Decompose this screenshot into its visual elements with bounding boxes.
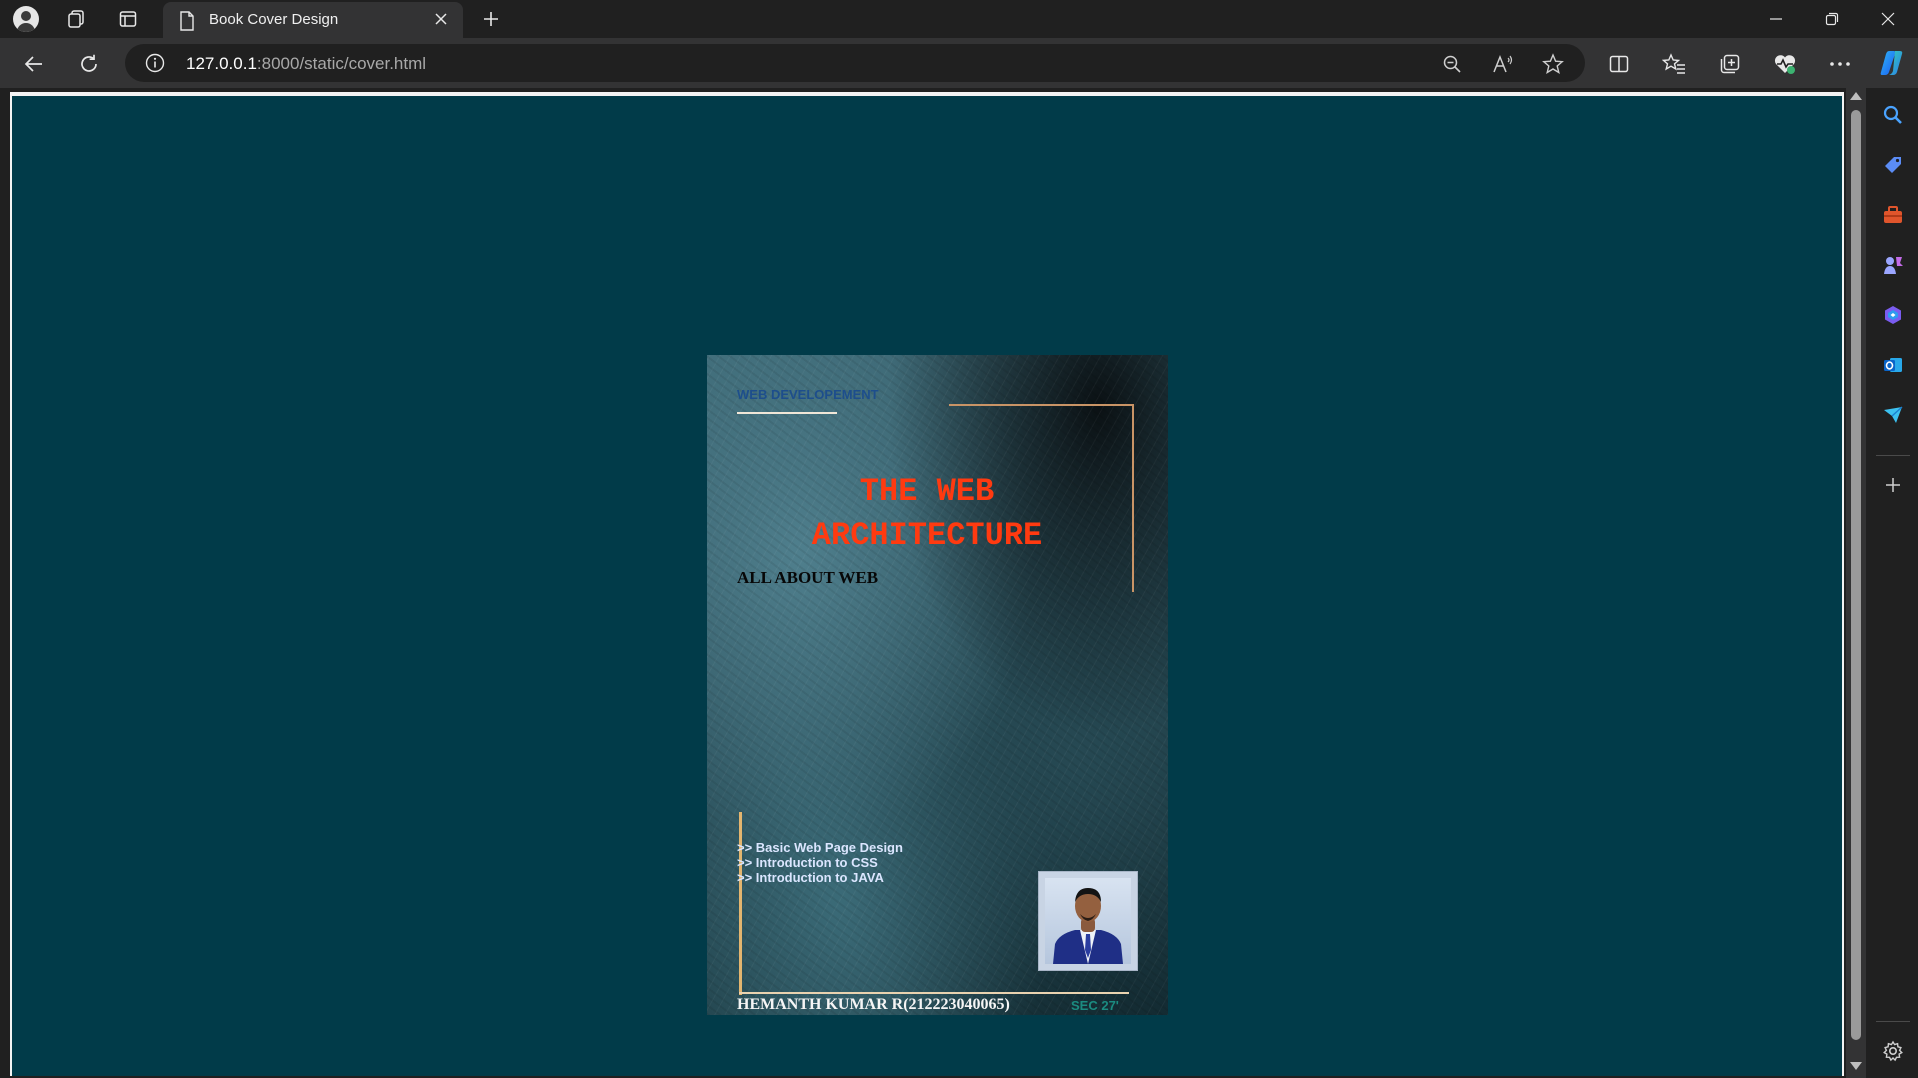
- cover-section: SEC 27': [1071, 998, 1119, 1013]
- cover-title: THE WEB ARCHITECTURE: [777, 470, 1077, 558]
- avatar-head: [21, 11, 31, 21]
- author-photo: [1038, 871, 1138, 971]
- minimize-icon[interactable]: [1748, 0, 1804, 38]
- book-cover: WEB DEVELOPEMENT THE WEB ARCHITECTURE AL…: [707, 355, 1168, 1015]
- shopping-tag-icon[interactable]: [1880, 152, 1906, 178]
- topic-item: >> Introduction to CSS: [737, 855, 878, 870]
- address-bar[interactable]: 127.0.0.1:8000/static/cover.html: [125, 44, 1585, 82]
- back-icon[interactable]: [20, 50, 48, 78]
- genre-underline: [737, 412, 837, 414]
- outlook-icon[interactable]: [1880, 352, 1906, 378]
- restore-icon[interactable]: [1804, 0, 1860, 38]
- page-icon: [179, 11, 195, 36]
- tab-title: Book Cover Design: [209, 11, 339, 28]
- active-tab[interactable]: Book Cover Design: [163, 2, 463, 38]
- workspaces-icon[interactable]: [63, 6, 89, 32]
- search-icon[interactable]: [1880, 102, 1906, 128]
- frame-right-line: [1132, 404, 1134, 592]
- scroll-thumb[interactable]: [1851, 110, 1861, 1040]
- read-aloud-icon[interactable]: [1492, 53, 1514, 75]
- favorites-icon[interactable]: [1660, 50, 1688, 78]
- topic-item: >> Introduction to JAVA: [737, 870, 884, 885]
- browser-toolbar: 127.0.0.1:8000/static/cover.html: [0, 38, 1918, 88]
- games-icon[interactable]: [1880, 252, 1906, 278]
- author-portrait: [1045, 878, 1131, 964]
- frame-top-line: [949, 404, 1134, 406]
- add-icon[interactable]: [1880, 472, 1906, 498]
- url-path: :8000/static/cover.html: [256, 54, 427, 73]
- topic-item: >> Basic Web Page Design: [737, 840, 903, 855]
- new-tab-icon[interactable]: [478, 6, 504, 32]
- info-icon[interactable]: [145, 53, 165, 78]
- cover-title-line2: ARCHITECTURE: [811, 517, 1043, 554]
- send-icon[interactable]: [1880, 402, 1906, 428]
- split-screen-icon[interactable]: [1605, 50, 1633, 78]
- refresh-icon[interactable]: [75, 50, 103, 78]
- scroll-up-arrow-icon[interactable]: [1850, 92, 1862, 100]
- avatar-shoulders: [17, 23, 35, 32]
- scroll-down-arrow-icon[interactable]: [1850, 1062, 1862, 1070]
- edge-sidebar: [1868, 88, 1918, 1078]
- sidebar-divider: [1876, 1021, 1910, 1022]
- sidebar-divider: [1876, 455, 1910, 456]
- tab-actions-icon[interactable]: [115, 6, 141, 32]
- profile-avatar-icon[interactable]: [13, 6, 39, 32]
- zoom-out-icon[interactable]: [1441, 53, 1463, 75]
- cover-author: HEMANTH KUMAR R(212223040065): [737, 996, 1010, 1013]
- cover-title-line1: THE WEB: [859, 473, 995, 510]
- collections-icon[interactable]: [1716, 50, 1744, 78]
- page-scrollbar[interactable]: [1846, 88, 1866, 1078]
- tools-icon[interactable]: [1880, 202, 1906, 228]
- more-icon[interactable]: [1826, 50, 1854, 78]
- settings-icon[interactable]: [1880, 1038, 1906, 1064]
- copilot-icon[interactable]: [1877, 48, 1907, 78]
- close-window-icon[interactable]: [1860, 0, 1916, 38]
- cover-genre: WEB DEVELOPEMENT: [737, 387, 879, 402]
- topic-list: >> Basic Web Page Design >> Introduction…: [737, 840, 903, 885]
- frame-bottom-line: [739, 992, 1129, 994]
- url-text: 127.0.0.1:8000/static/cover.html: [186, 54, 426, 74]
- favorite-star-icon[interactable]: [1542, 53, 1564, 75]
- url-host: 127.0.0.1: [186, 54, 257, 73]
- page-viewport: WEB DEVELOPEMENT THE WEB ARCHITECTURE AL…: [10, 92, 1844, 1076]
- tab-strip: Book Cover Design: [0, 0, 1918, 38]
- close-icon[interactable]: [431, 9, 451, 29]
- cover-subtitle: ALL ABOUT WEB: [737, 568, 879, 587]
- microsoft-365-icon[interactable]: [1880, 302, 1906, 328]
- browser-essentials-icon[interactable]: [1771, 50, 1799, 78]
